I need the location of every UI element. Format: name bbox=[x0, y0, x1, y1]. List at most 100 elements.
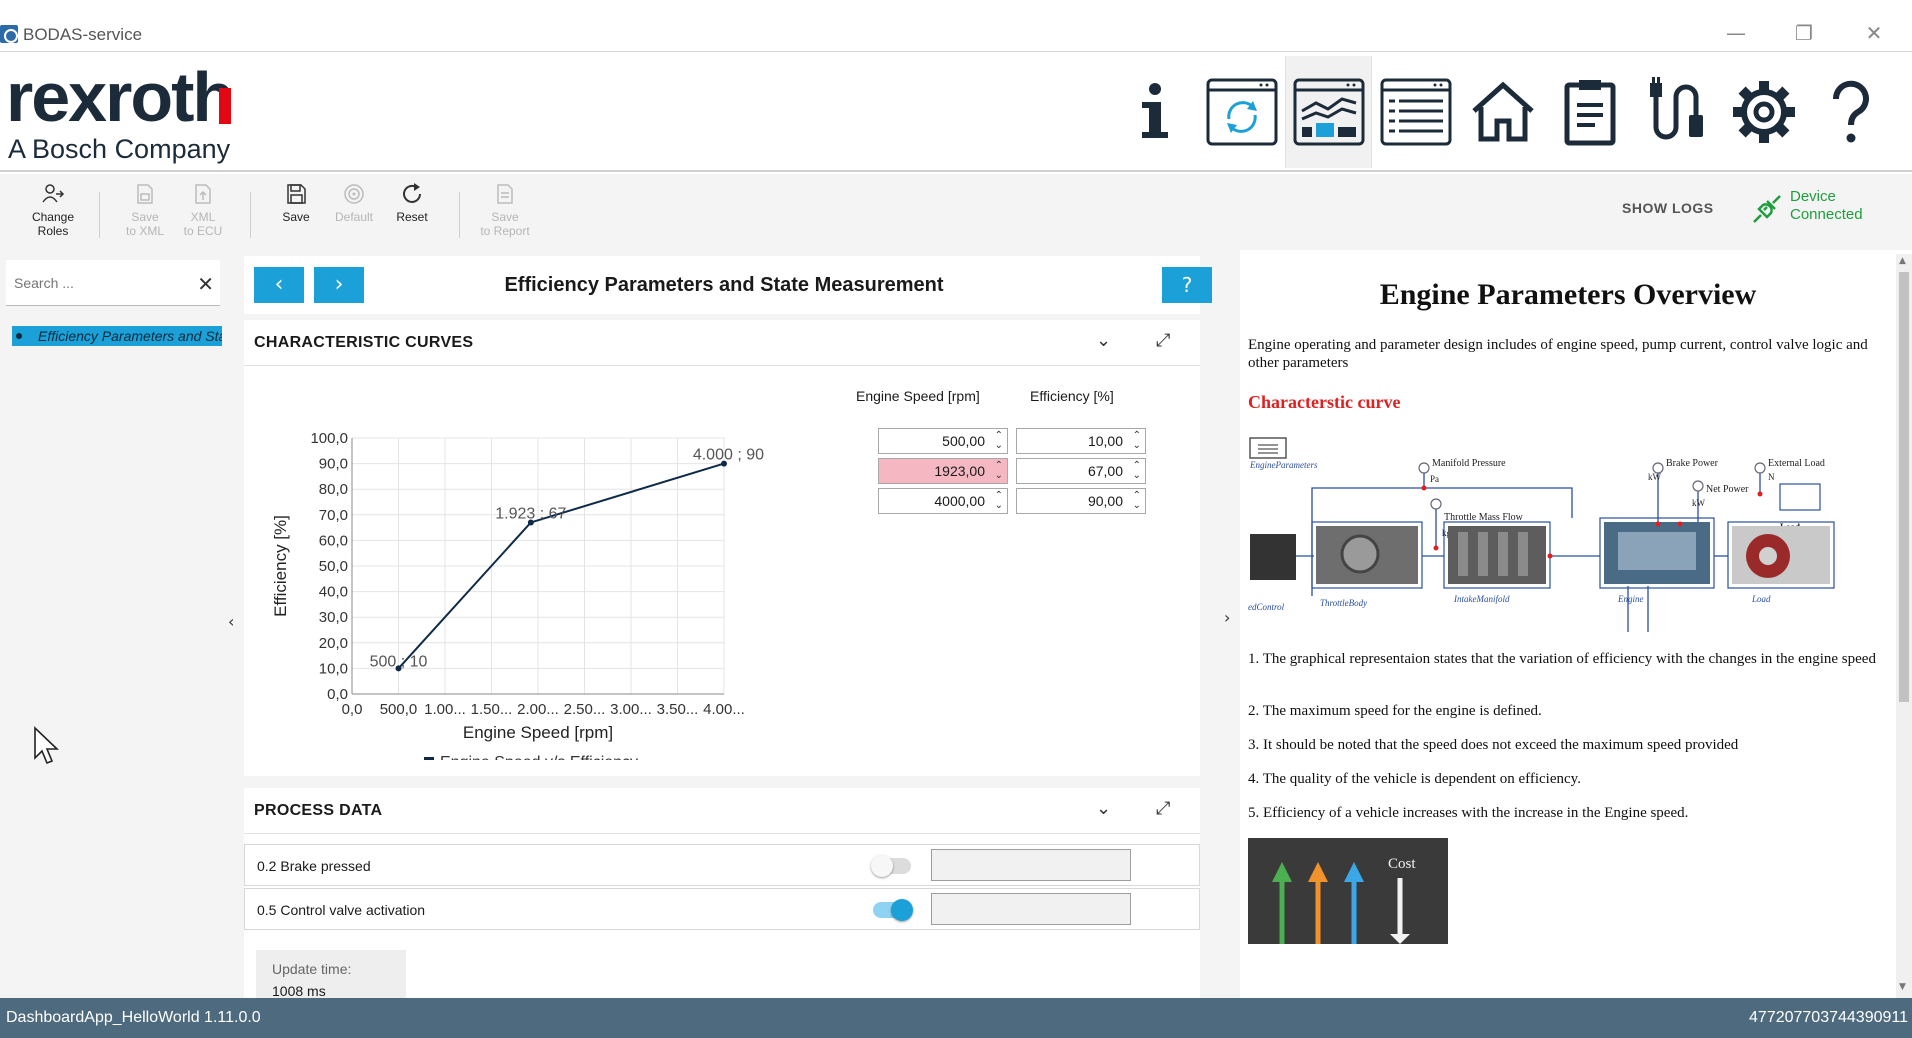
engine-speed-spinbox[interactable]: 4000,00 ⌃ ⌄ bbox=[878, 488, 1008, 514]
previous-page-button[interactable]: ‹ bbox=[254, 267, 304, 303]
reset-button[interactable]: Reset bbox=[383, 182, 441, 224]
scrollbar-thumb[interactable] bbox=[1899, 272, 1909, 702]
clear-search-icon[interactable]: ✕ bbox=[197, 272, 214, 296]
main-content: ‹ › Efficiency Parameters and State Meas… bbox=[242, 250, 1226, 999]
chevron-down-icon[interactable]: ⌄ bbox=[1096, 798, 1111, 819]
nav-refresh-view[interactable] bbox=[1198, 56, 1285, 168]
process-data-row: 0.5 Control valve activation bbox=[244, 888, 1200, 930]
toggle-switch[interactable] bbox=[871, 855, 911, 877]
scroll-down-icon[interactable]: ▼ bbox=[1899, 982, 1906, 992]
doc-subtitle: Characterstic curve bbox=[1248, 392, 1401, 412]
spinner-arrows-icon[interactable]: ⌃ ⌄ bbox=[995, 431, 1003, 451]
engine-speed-spinbox[interactable]: 500,00 ⌃ ⌄ bbox=[878, 428, 1008, 454]
toggle-knob bbox=[891, 899, 913, 921]
x-tick-label: 0,0 bbox=[342, 701, 363, 718]
toggle-switch[interactable] bbox=[873, 899, 913, 921]
list-icon bbox=[1380, 78, 1451, 146]
engine-speed-spinbox[interactable]: 1923,00 ⌃ ⌄ bbox=[878, 458, 1008, 484]
process-data-label: 0.2 Brake pressed bbox=[257, 858, 371, 874]
save-button[interactable]: Save bbox=[267, 182, 325, 224]
y-tick-label: 10,0 bbox=[319, 660, 348, 677]
efficiency-spinbox[interactable]: 90,00 ⌃ ⌄ bbox=[1016, 488, 1146, 514]
save-to-xml-button[interactable]: Save to XML bbox=[116, 182, 174, 238]
spinbox-value: 67,00 bbox=[1087, 463, 1123, 479]
device-status-line-2: Connected bbox=[1790, 206, 1863, 223]
diagram-label: External Load bbox=[1768, 458, 1825, 469]
doc-scrollbar[interactable]: ▲ ▼ bbox=[1896, 254, 1912, 998]
legend-label: Engine Speed v/s Efficiency bbox=[440, 754, 638, 760]
xml-to-ecu-label-2: to ECU bbox=[183, 224, 223, 238]
y-tick-label: 80,0 bbox=[319, 481, 348, 498]
window-title: BODAS-service bbox=[23, 25, 143, 44]
nav-info[interactable] bbox=[1111, 56, 1198, 168]
plug-connected-icon bbox=[1753, 195, 1781, 223]
process-data-label: 0.5 Control valve activation bbox=[257, 902, 426, 918]
x-tick-label: 1.00... bbox=[424, 701, 466, 718]
file-save-icon bbox=[137, 184, 153, 204]
restore-button[interactable]: ❐ bbox=[1784, 18, 1824, 48]
change-roles-button[interactable]: Change Roles bbox=[24, 182, 82, 238]
tree-item-efficiency[interactable]: Efficiency Parameters and State Measurem… bbox=[12, 326, 222, 346]
expand-icon[interactable]: ⤢ bbox=[1156, 330, 1170, 351]
nav-list[interactable] bbox=[1372, 56, 1459, 168]
xml-to-ecu-label-1: XML bbox=[190, 210, 216, 224]
mouse-cursor-icon bbox=[34, 726, 59, 765]
y-tick-label: 20,0 bbox=[319, 635, 348, 652]
x-tick-label: 1.50... bbox=[471, 701, 513, 718]
nav-connection[interactable] bbox=[1633, 56, 1720, 168]
diagram-label: Load bbox=[1751, 594, 1771, 604]
expand-icon[interactable]: ⤢ bbox=[1156, 798, 1170, 819]
brand-logo: rexroth A Bosch Company bbox=[6, 62, 235, 165]
spinner-arrows-icon[interactable]: ⌃ ⌄ bbox=[1133, 491, 1141, 511]
user-switch-icon bbox=[42, 184, 65, 203]
search-box: ✕ bbox=[6, 260, 220, 306]
default-button[interactable]: Default bbox=[325, 182, 383, 224]
panel-header: CHARACTERISTIC CURVES ⌄ ⤢ bbox=[244, 320, 1200, 366]
doc-intro: Engine operating and parameter design in… bbox=[1248, 337, 1868, 371]
nav-settings[interactable] bbox=[1720, 56, 1807, 168]
diagram-label: Manifold Pressure bbox=[1432, 458, 1506, 469]
search-input[interactable] bbox=[6, 260, 186, 306]
close-button[interactable]: ✕ bbox=[1854, 18, 1894, 48]
scroll-up-icon[interactable]: ▲ bbox=[1899, 256, 1906, 266]
connector-icon bbox=[1649, 77, 1703, 140]
nav-help[interactable] bbox=[1807, 56, 1894, 168]
doc-point-2: 2. The maximum speed for the engine is d… bbox=[1248, 703, 1542, 719]
data-label: 1.923 ; 67 bbox=[495, 505, 566, 522]
diagram-label: IntakeManifold bbox=[1453, 594, 1510, 604]
spinner-arrows-icon[interactable]: ⌃ ⌄ bbox=[1133, 431, 1141, 451]
save-to-report-button[interactable]: Save to Report bbox=[476, 182, 534, 238]
diagram-label: kW bbox=[1692, 498, 1706, 508]
column-header-speed: Engine Speed [rpm] bbox=[856, 388, 980, 404]
nav-home[interactable] bbox=[1459, 56, 1546, 168]
toggle-knob bbox=[871, 855, 893, 877]
right-collapse-bar[interactable]: › bbox=[1220, 250, 1240, 998]
efficiency-spinbox[interactable]: 67,00 ⌃ ⌄ bbox=[1016, 458, 1146, 484]
minimize-button[interactable]: — bbox=[1716, 18, 1756, 48]
page-help-button[interactable]: ? bbox=[1162, 267, 1212, 303]
diagram-label: EngineParameters bbox=[1249, 460, 1318, 470]
spinner-arrows-icon[interactable]: ⌃ ⌄ bbox=[995, 461, 1003, 481]
diagram-label: Brake Power bbox=[1666, 458, 1719, 469]
default-label: Default bbox=[334, 210, 374, 224]
next-page-button[interactable]: › bbox=[314, 267, 364, 303]
toolbar-divider bbox=[99, 192, 100, 238]
show-logs-button[interactable]: SHOW LOGS bbox=[1622, 200, 1714, 216]
y-tick-label: 40,0 bbox=[319, 584, 348, 601]
spinbox-value: 1923,00 bbox=[934, 463, 985, 479]
chevron-down-icon[interactable]: ⌄ bbox=[1096, 330, 1111, 351]
chevron-left-icon: ‹ bbox=[228, 612, 235, 631]
process-data-value bbox=[931, 849, 1131, 881]
left-sidebar: ✕ Efficiency Parameters and State Measur… bbox=[0, 250, 226, 998]
xml-to-ecu-button[interactable]: XML to ECU bbox=[174, 182, 232, 238]
nav-report[interactable] bbox=[1546, 56, 1633, 168]
left-collapse-bar[interactable]: ‹ bbox=[226, 250, 242, 998]
spinner-arrows-icon[interactable]: ⌃ ⌄ bbox=[995, 491, 1003, 511]
efficiency-spinbox[interactable]: 10,00 ⌃ ⌄ bbox=[1016, 428, 1146, 454]
column-header-efficiency: Efficiency [%] bbox=[1030, 388, 1114, 404]
home-icon bbox=[1471, 81, 1534, 142]
logo-text: rexroth bbox=[6, 58, 235, 136]
legend-swatch bbox=[424, 757, 434, 760]
nav-dashboard[interactable] bbox=[1285, 56, 1372, 168]
spinner-arrows-icon[interactable]: ⌃ ⌄ bbox=[1133, 461, 1141, 481]
